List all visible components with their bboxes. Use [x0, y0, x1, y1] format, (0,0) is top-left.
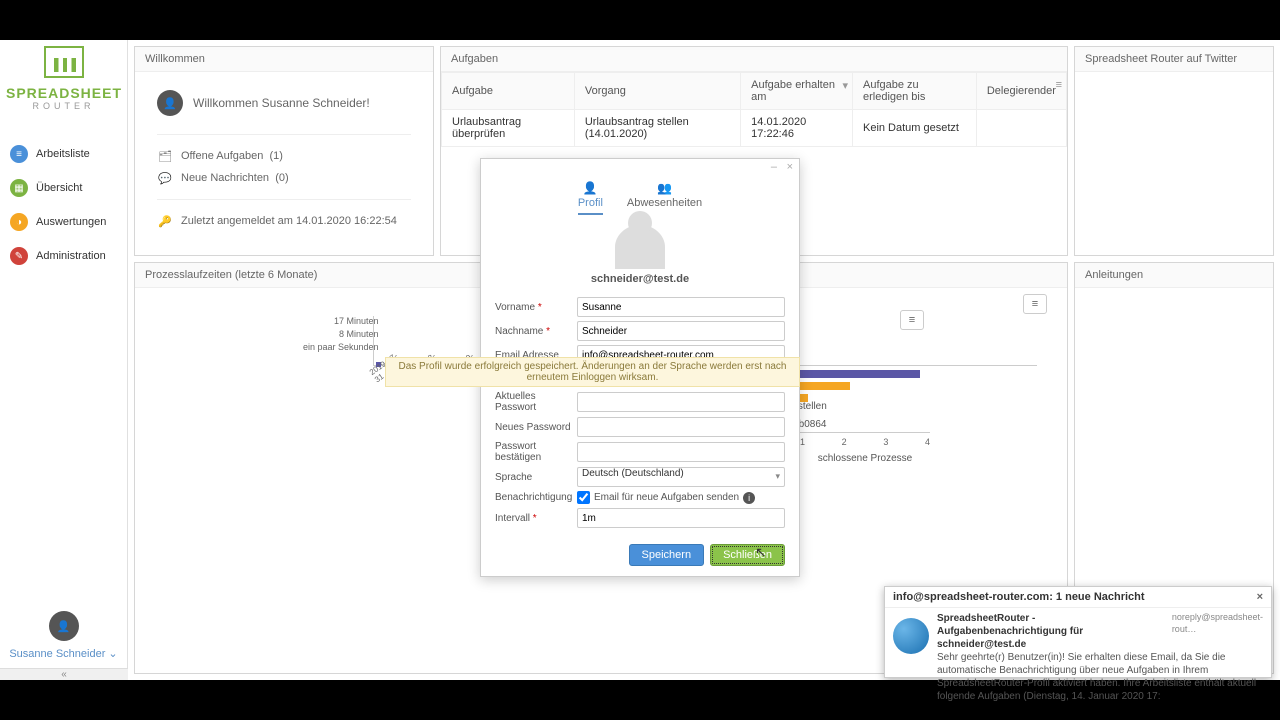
notification-preview: Sehr geehrte(r) Benutzer(in)! Sie erhalt… — [937, 651, 1263, 703]
nav-label: Auswertungen — [36, 216, 106, 228]
label-lastname: Nachname * — [495, 326, 577, 337]
nav-label: Administration — [36, 250, 106, 262]
chart-menu-button[interactable]: ≡ — [900, 310, 924, 330]
thunderbird-icon — [893, 618, 929, 654]
new-password-input[interactable] — [577, 417, 785, 437]
label-notification: Benachrichtigung — [495, 492, 577, 503]
save-button[interactable]: Speichern — [629, 544, 705, 566]
firstname-input[interactable] — [577, 297, 785, 317]
nav-label: Arbeitsliste — [36, 148, 90, 160]
user-avatar-icon: 👤 — [157, 90, 183, 116]
close-button[interactable]: Schließen — [710, 544, 785, 566]
confirm-password-input[interactable] — [577, 442, 785, 462]
nav-auswertungen[interactable]: ◑ Auswertungen — [0, 205, 127, 239]
person-busy-icon: 👥 — [627, 181, 702, 195]
chart-menu-button[interactable]: ≡ — [1023, 294, 1047, 314]
col-aufgabe[interactable]: Aufgabe — [442, 73, 575, 110]
tab-profil[interactable]: 👤Profil — [578, 181, 603, 215]
minimize-icon[interactable]: – — [771, 161, 777, 173]
welcome-message: Willkommen Susanne Schneider! — [193, 96, 370, 110]
panel-title: Anleitungen — [1075, 263, 1273, 288]
new-messages-link[interactable]: 💬 Neue Nachrichten (0) — [157, 171, 411, 185]
panel-title: Spreadsheet Router auf Twitter — [1075, 47, 1273, 72]
sidebar: SPREADSHEET ROUTER ≡ Arbeitsliste ▦ Übersi… — [0, 40, 128, 680]
tasks-table: Aufgabe Vorgang Aufgabe erhalten am▾ Auf… — [441, 72, 1067, 147]
logo-icon — [44, 46, 84, 78]
save-success-toast: Das Profil wurde erfolgreich gespeichert… — [385, 357, 800, 387]
nav: ≡ Arbeitsliste ▦ Übersicht ◑ Auswertungen ✎… — [0, 137, 127, 273]
close-icon[interactable]: × — [787, 161, 793, 173]
tab-abwesenheiten[interactable]: 👥Abwesenheiten — [627, 181, 702, 215]
twitter-panel: Spreadsheet Router auf Twitter — [1074, 46, 1274, 256]
column-menu-icon[interactable]: ▾ — [842, 79, 848, 92]
logo: SPREADSHEET ROUTER — [0, 40, 127, 117]
info-icon[interactable]: i — [743, 492, 755, 504]
last-login: 🔑 Zuletzt angemeldet am 14.01.2020 16:22… — [157, 214, 411, 228]
panel-title: Willkommen — [135, 47, 433, 72]
list-icon: ≡ — [10, 145, 28, 163]
lastname-input[interactable] — [577, 321, 785, 341]
nav-label: Übersicht — [36, 182, 82, 194]
user-name-link[interactable]: Susanne Schneider ⌄ — [0, 647, 127, 660]
current-password-input[interactable] — [577, 392, 785, 412]
bar-icon — [800, 370, 920, 378]
label-current-password: Aktuelles Passwort — [495, 391, 577, 413]
brand-name: SPREADSHEET — [6, 85, 121, 101]
avatar-placeholder-icon — [615, 225, 665, 269]
chart-y-axis: 17 Minuten 8 Minuten ein paar Sekunden — [303, 316, 379, 355]
notification-body[interactable]: SpreadsheetRouter - Aufgabenbenachrichti… — [937, 612, 1263, 703]
col-vorgang[interactable]: Vorgang — [574, 73, 740, 110]
open-tasks-link[interactable]: 🗂 Offene Aufgaben (1) — [157, 149, 411, 163]
person-icon: 👤 — [578, 181, 603, 195]
language-select[interactable]: Deutsch (Deutschland) — [577, 467, 785, 487]
column-menu-icon[interactable]: ≡ — [1056, 79, 1062, 91]
inbox-icon: 🗂 — [157, 149, 173, 163]
interval-input[interactable] — [577, 508, 785, 528]
label-interval: Intervall * — [495, 513, 577, 524]
processes-chart-partial: ≡ 1234 schlossene Prozesse — [800, 310, 930, 464]
overview-icon: ▦ — [10, 179, 28, 197]
email-notification-popup: info@spreadsheet-router.com: 1 neue Nach… — [884, 586, 1272, 678]
chart-icon: ◑ — [10, 213, 28, 231]
bar-icon — [800, 382, 850, 390]
panel-title: Aufgaben — [441, 47, 1067, 72]
label-firstname: Vorname * — [495, 302, 577, 313]
profile-modal: – × 👤Profil 👥Abwesenheiten schneider@tes… — [480, 158, 800, 577]
nav-arbeitsliste[interactable]: ≡ Arbeitsliste — [0, 137, 127, 171]
brand-sub: ROUTER — [6, 101, 121, 111]
profile-email: schneider@test.de — [481, 273, 799, 285]
col-erhalten[interactable]: Aufgabe erhalten am▾ — [741, 73, 853, 110]
chat-icon: 💬 — [157, 171, 173, 185]
col-delegierender[interactable]: Delegierender≡ — [976, 73, 1066, 110]
notification-sender: noreply@spreadsheet-rout… — [1172, 612, 1263, 651]
checkbox-label: Email für neue Aufgaben senden — [594, 492, 739, 503]
notification-title: info@spreadsheet-router.com: 1 neue Nach… — [893, 591, 1145, 603]
label-language: Sprache — [495, 472, 577, 483]
notification-subject: SpreadsheetRouter - Aufgabenbenachrichti… — [937, 612, 1166, 651]
welcome-panel: Willkommen 👤 Willkommen Susanne Schneide… — [134, 46, 434, 256]
close-icon[interactable]: × — [1257, 591, 1263, 603]
nav-administration[interactable]: ✎ Administration — [0, 239, 127, 273]
label-new-password: Neues Password — [495, 422, 577, 433]
key-icon: 🔑 — [157, 214, 173, 228]
table-row[interactable]: Urlaubsantrag überprüfen Urlaubsantrag s… — [442, 110, 1067, 147]
chevron-down-icon: ⌄ — [108, 648, 117, 660]
collapse-sidebar-button[interactable]: « — [0, 668, 128, 680]
col-erledigen[interactable]: Aufgabe zu erledigen bis — [852, 73, 976, 110]
user-avatar-icon[interactable]: 👤 — [49, 611, 79, 641]
label-confirm-password: Passwort bestätigen — [495, 441, 577, 463]
admin-icon: ✎ — [10, 247, 28, 265]
bar-icon — [800, 394, 808, 402]
nav-uebersicht[interactable]: ▦ Übersicht — [0, 171, 127, 205]
notification-checkbox[interactable] — [577, 491, 590, 504]
